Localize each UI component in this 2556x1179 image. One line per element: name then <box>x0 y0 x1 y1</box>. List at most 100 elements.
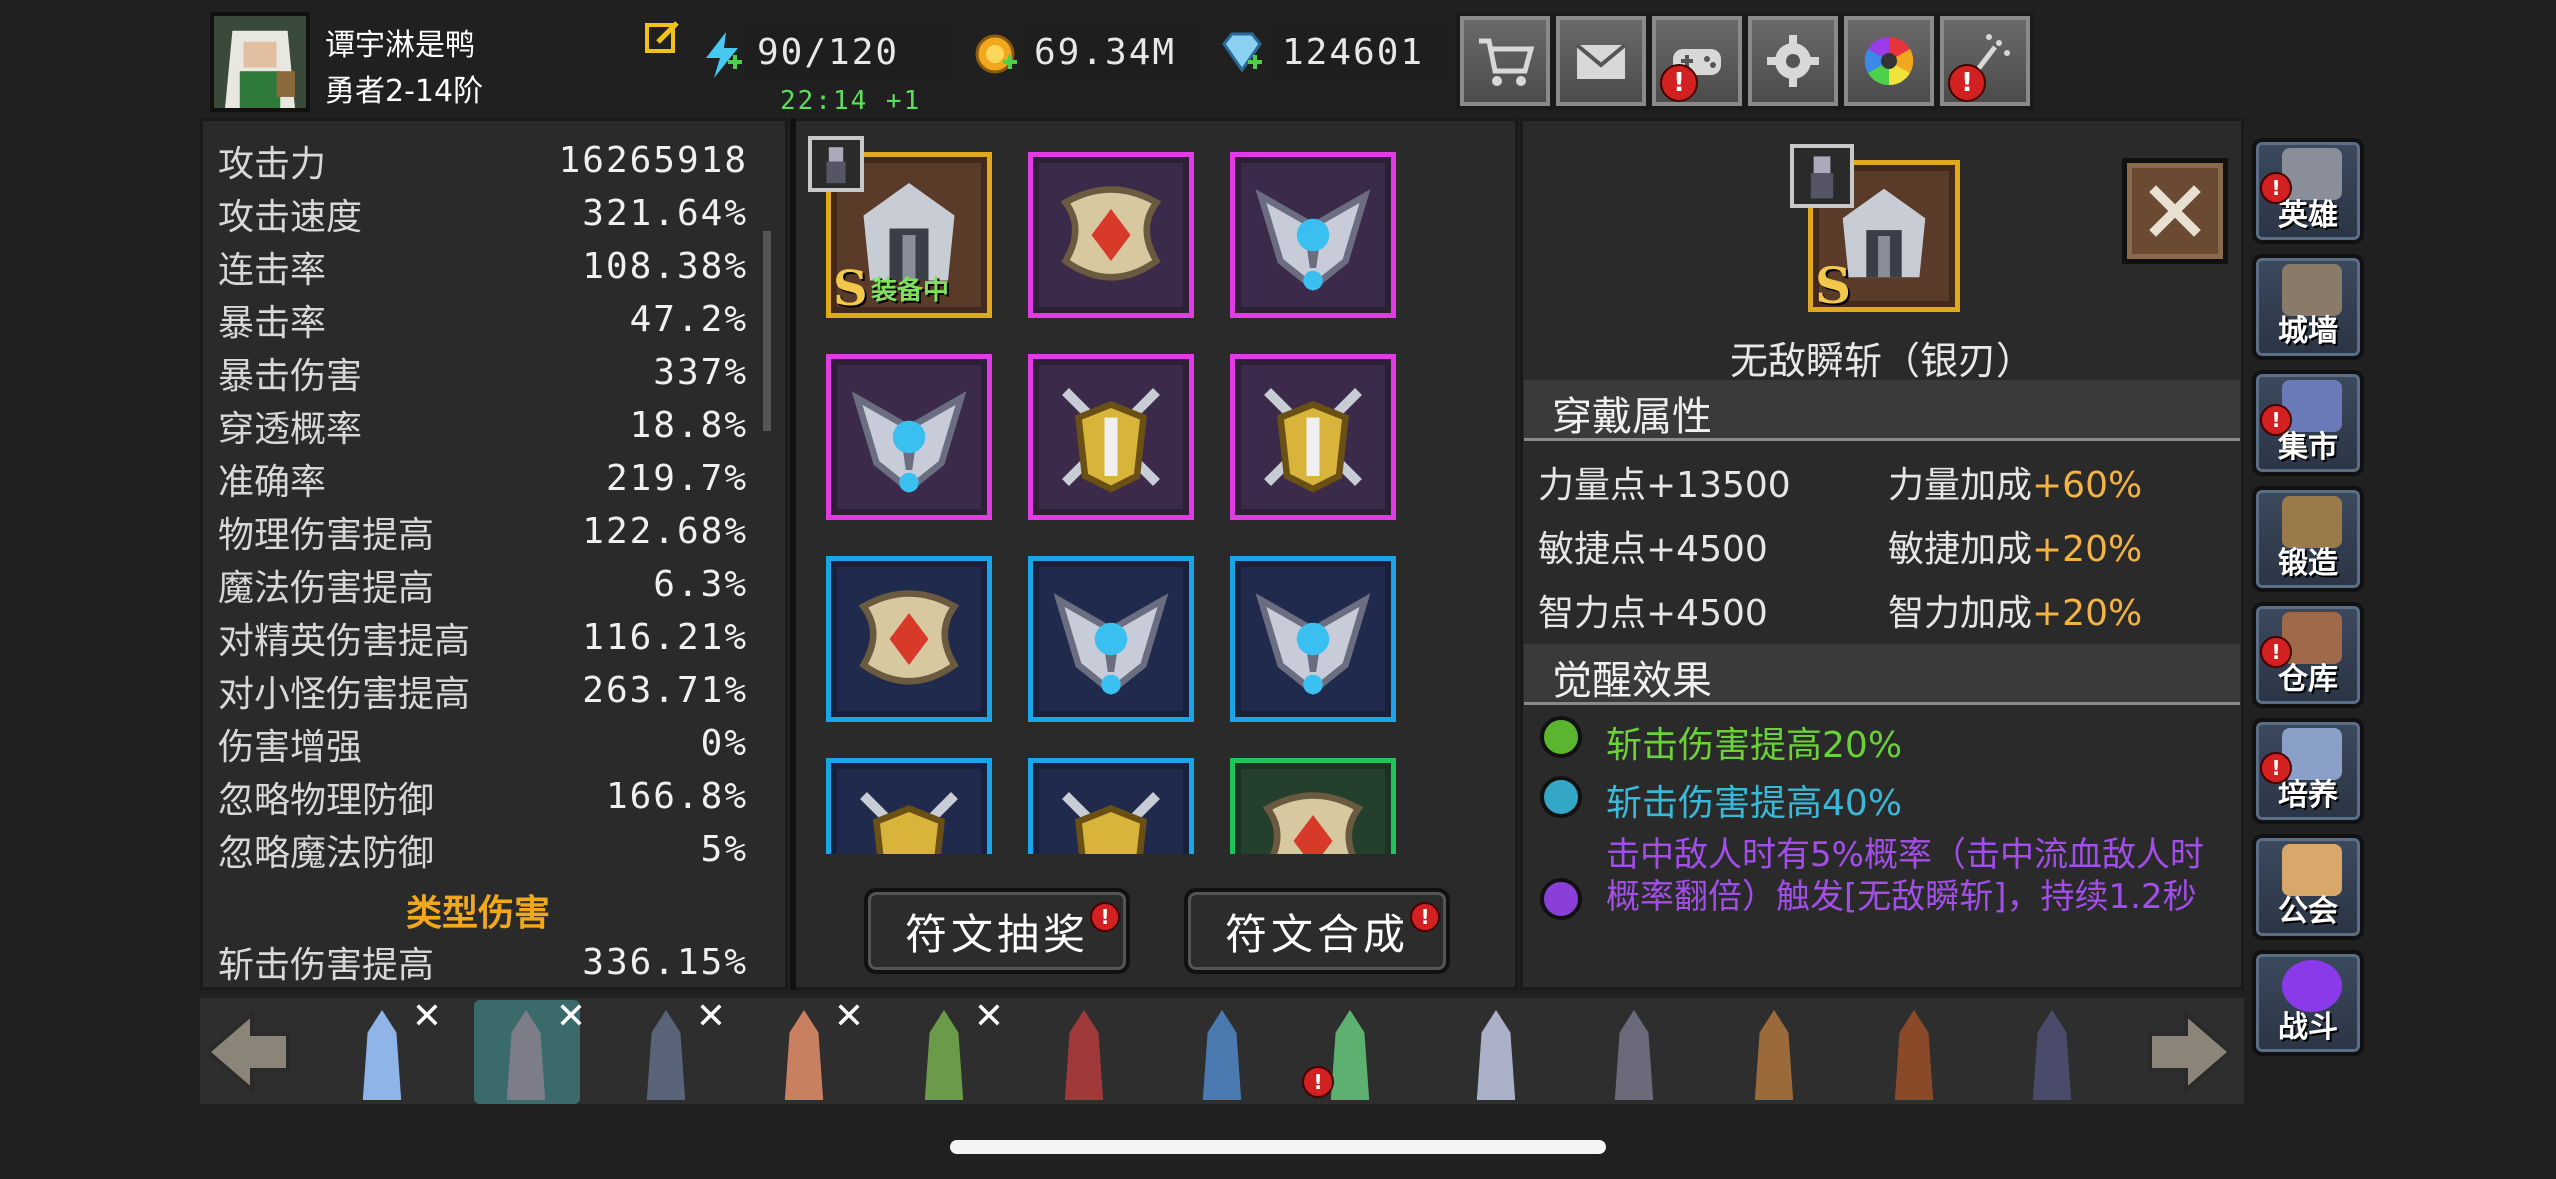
energy-value: 90/120 <box>757 32 900 73</box>
event-button[interactable]: ! <box>1936 12 2034 110</box>
rune-slot[interactable] <box>1230 556 1396 722</box>
hero-slot[interactable] <box>1032 1000 1138 1104</box>
rune-slot[interactable] <box>826 758 992 854</box>
crossed-blade-icon <box>1062 388 1160 493</box>
rune-slot[interactable] <box>826 556 992 722</box>
attr-left: 力量点+13500 <box>1538 465 1791 506</box>
shop-button[interactable] <box>1456 12 1554 110</box>
hero-prev-button[interactable] <box>200 1006 294 1098</box>
side-menu-train[interactable]: 培养 ! <box>2252 718 2364 824</box>
rune-grade: S <box>833 261 868 317</box>
stat-row: 穿透概率 18.8% <box>218 405 748 450</box>
amulet-icon <box>858 590 960 685</box>
hero-next-button[interactable] <box>2144 1006 2238 1098</box>
side-menu-forge[interactable]: 锻造 <box>2252 486 2364 592</box>
remove-icon[interactable]: ✕ <box>834 996 864 1037</box>
hero-sprite <box>1064 1010 1104 1100</box>
side-menu-guild[interactable]: 公会 <box>2252 834 2364 940</box>
rune-slot[interactable] <box>1028 758 1194 854</box>
game-button[interactable]: ! <box>1648 12 1746 110</box>
rune-divider <box>790 118 796 990</box>
hero-sprite <box>1476 1010 1516 1100</box>
attr-left: 敏捷点+4500 <box>1538 529 1768 570</box>
stat-row: 暴击率 47.2% <box>218 299 748 344</box>
rune-row-clip <box>820 756 1420 854</box>
side-menu-hero[interactable]: 英雄 ! <box>2252 138 2364 244</box>
hero-sprite <box>1754 1010 1794 1100</box>
hero-slot-selected[interactable]: ✕ <box>474 996 586 1104</box>
wing-crystal-icon <box>851 391 967 494</box>
hero-slot[interactable]: ✕ <box>330 996 442 1104</box>
rune-slot[interactable] <box>1028 152 1194 318</box>
hero-slot[interactable]: ✕ <box>892 996 1004 1104</box>
rune-slot[interactable] <box>1230 152 1396 318</box>
hero-slot[interactable] <box>1862 1000 1968 1104</box>
mail-button[interactable] <box>1552 12 1650 110</box>
avatar[interactable] <box>210 12 310 112</box>
gem-icon[interactable] <box>1218 32 1266 76</box>
arrow-right-icon <box>2148 1009 2234 1095</box>
hero-sprite <box>1202 1010 1242 1100</box>
close-button[interactable] <box>2122 158 2228 264</box>
alert-badge: ! <box>1660 64 1698 102</box>
home-indicator[interactable] <box>950 1140 1606 1154</box>
side-menu-warehouse[interactable]: 仓库 ! <box>2252 602 2364 708</box>
rune-slot[interactable] <box>826 354 992 520</box>
rune-combine-button[interactable]: 符文合成 ! <box>1184 888 1450 974</box>
color-wheel-icon <box>1864 36 1914 86</box>
alert-badge: ! <box>1948 64 1986 102</box>
alert-badge: ! <box>1090 902 1120 932</box>
player-rank: 勇者2-14阶 <box>325 74 484 109</box>
remove-icon[interactable]: ✕ <box>974 996 1004 1037</box>
gold-icon[interactable] <box>975 30 1019 76</box>
hero-slot[interactable]: ✕ <box>614 996 726 1104</box>
mail-icon <box>1575 43 1627 79</box>
alert-badge: ! <box>1410 902 1440 932</box>
crossed-blade-icon <box>860 792 958 854</box>
rune-draw-button[interactable]: 符文抽奖 ! <box>864 888 1130 974</box>
stat-row: 连击率 108.38% <box>218 246 748 291</box>
remove-icon[interactable]: ✕ <box>412 996 442 1037</box>
rune-slot[interactable] <box>1230 758 1396 854</box>
edit-icon[interactable] <box>644 20 680 56</box>
amulet-icon <box>1060 186 1162 281</box>
rune-slot[interactable] <box>1230 354 1396 520</box>
stat-row: 魔法伤害提高 6.3% <box>218 564 748 609</box>
side-menu-wall[interactable]: 城墙 <box>2252 254 2364 360</box>
stat-row: 物理伤害提高 122.68% <box>218 511 748 556</box>
amulet-icon <box>1262 792 1364 854</box>
hero-slot[interactable] <box>1722 1000 1828 1104</box>
color-button[interactable] <box>1840 12 1938 110</box>
rune-slot[interactable] <box>1028 354 1194 520</box>
hero-sprite <box>1614 1010 1654 1100</box>
side-menu-battle[interactable]: 战斗 <box>2252 950 2364 1056</box>
hero-slot[interactable] <box>1170 1000 1276 1104</box>
hero-slot[interactable] <box>1444 1000 1550 1104</box>
rune-slot[interactable] <box>1028 556 1194 722</box>
gem-box: 124601 <box>1270 24 1448 82</box>
attr-right: 敏捷加成+20% <box>1888 529 2143 570</box>
stats-scrollbar[interactable] <box>763 231 771 431</box>
hero-mini-portrait <box>1790 144 1854 208</box>
crossed-blade-icon <box>1062 792 1160 854</box>
hero-sprite <box>506 1010 546 1100</box>
effect-text: 斩击伤害提高20% <box>1606 725 1903 766</box>
stat-row: 攻击力 16265918 <box>218 140 748 185</box>
remove-icon[interactable]: ✕ <box>556 996 586 1037</box>
settings-button[interactable] <box>1744 12 1842 110</box>
wing-crystal-icon <box>1255 593 1371 696</box>
close-icon <box>2149 185 2201 237</box>
hero-sprite <box>1894 1010 1934 1100</box>
side-menu-market[interactable]: 集市 ! <box>2252 370 2364 476</box>
hero-slot[interactable]: ! <box>1298 1000 1404 1104</box>
arrow-left-icon <box>204 1009 290 1095</box>
hero-slot[interactable] <box>1582 1000 1688 1104</box>
hero-sprite <box>362 1010 402 1100</box>
stat-row: 对小怪伤害提高 263.71% <box>218 670 748 715</box>
alert-badge: ! <box>2260 752 2292 784</box>
hero-slot[interactable] <box>2000 1000 2106 1104</box>
hero-slot[interactable]: ✕ <box>752 996 864 1104</box>
energy-timer: 22:14 +1 <box>780 86 922 116</box>
stat-row: 准确率 219.7% <box>218 458 748 503</box>
remove-icon[interactable]: ✕ <box>696 996 726 1037</box>
